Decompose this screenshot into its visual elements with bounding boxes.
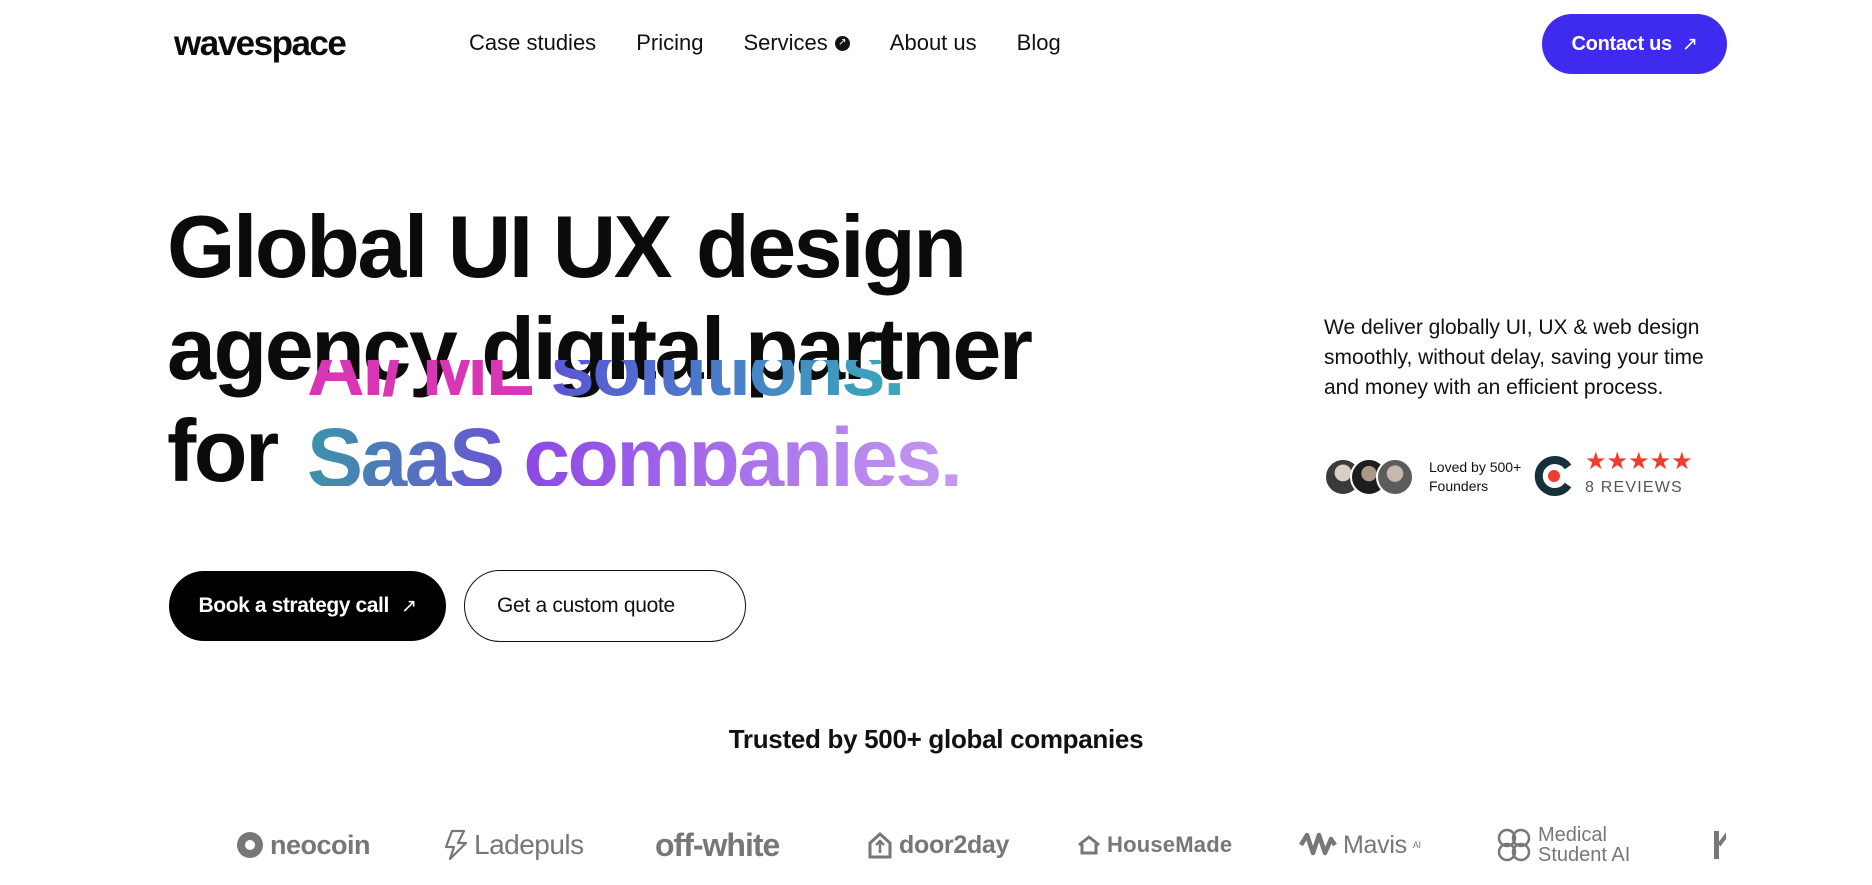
client-logo-medical-student-ai: Medical Student AI [1496,820,1630,870]
main-nav: Case studies Pricing Services ↗ About us… [469,30,1061,56]
house-icon [868,831,892,859]
hero-text: design [695,197,967,296]
rotating-word: solutions. [550,360,905,412]
rotating-word-previous: AI/ ML solutions. [307,360,906,408]
nav-label: Case studies [469,30,597,55]
loved-line: Loved by 500+ [1429,459,1522,475]
nav-label: About us [889,30,977,55]
client-logo-partial [1714,820,1726,870]
logo-text: door2day [899,830,1010,859]
roof-icon [1078,835,1100,855]
arrow-up-right-icon: ↗ [1681,33,1698,55]
trusted-heading: Trusted by 500+ global companies [728,724,1144,754]
client-logo-offwhite: off-white [655,820,780,870]
button-label: Book a strategy call [198,594,390,617]
rotating-word: companies. [523,411,963,494]
nav-services[interactable]: Services ↗ [743,30,850,56]
logo-text: neocoin [270,829,371,860]
nav-blog[interactable]: Blog [1017,30,1061,56]
rotating-word-current: SaaS companies. [307,410,963,494]
avatar [1376,458,1414,496]
rating-stars-icon: ★★★★★ [1585,448,1693,475]
arrow-up-right-icon: ↗ [834,35,850,51]
nav-label: Services [743,30,828,55]
nav-pricing[interactable]: Pricing [636,30,703,56]
contact-us-button[interactable]: Contact us ↗ [1542,14,1727,74]
client-logos-strip: neocoin Ladepuls off-white door2day Hous… [174,820,1726,870]
rotating-word: AI/ ML [307,360,533,412]
hero-line-3: for AI/ ML solutions. SaaS companies. [167,360,1067,502]
nav-label: Pricing [636,30,704,55]
rotating-word: SaaS [307,411,505,494]
hero-heading: Global UI UX design agency digital partner… [167,196,1067,502]
bolt-icon [444,829,468,861]
client-logo-housemade: HouseMade [1077,820,1232,870]
hero-line-1: Global UI UX design [167,196,1031,298]
contact-label: Contact us [1571,32,1673,55]
wave-icon [1299,832,1337,856]
neocoin-icon [237,832,263,858]
arrow-up-right-icon: ↗ [400,595,417,617]
loved-by-text: Loved by 500+ Founders [1429,458,1521,496]
client-logo-mavis: Mavis AI [1299,820,1421,870]
hero-text: Global UI UX [167,197,672,296]
client-logo-neocoin: neocoin [236,820,371,870]
reviews-count[interactable]: 8 REVIEWS [1585,479,1683,497]
loved-line: Founders [1429,478,1489,494]
rotator-mask [307,486,1067,494]
custom-quote-button[interactable]: Get a custom quote [464,570,746,642]
brain-icon [1497,828,1531,862]
logo-sup: AI [1412,840,1421,850]
nav-label: Blog [1016,30,1061,55]
client-logo-ladepuls: Ladepuls [444,820,584,870]
logo-text: Mavis [1343,830,1407,859]
hero-text: for [167,401,279,500]
logo-text: Medical [1538,824,1607,846]
logo-text: off-white [655,826,780,863]
nav-case-studies[interactable]: Case studies [469,30,596,56]
client-logo-door2day: door2day [867,820,1009,870]
nav-about-us[interactable]: About us [890,30,977,56]
logo-text: HouseMade [1107,832,1233,857]
clutch-logo-icon[interactable] [1532,454,1576,498]
hero-description: We deliver globally UI, UX & web design … [1324,316,1704,399]
logo-text: Ladepuls [474,829,584,860]
button-label: Get a custom quote [497,594,675,617]
brand-logo[interactable]: wavespace [174,24,347,64]
rotating-text: AI/ ML solutions. SaaS companies. [307,360,1067,494]
logo-text: Student AI [1538,844,1631,866]
book-strategy-call-button[interactable]: Book a strategy call ↗ [169,571,446,641]
partial-logo-icon [1714,831,1726,859]
founder-avatars [1324,458,1416,496]
